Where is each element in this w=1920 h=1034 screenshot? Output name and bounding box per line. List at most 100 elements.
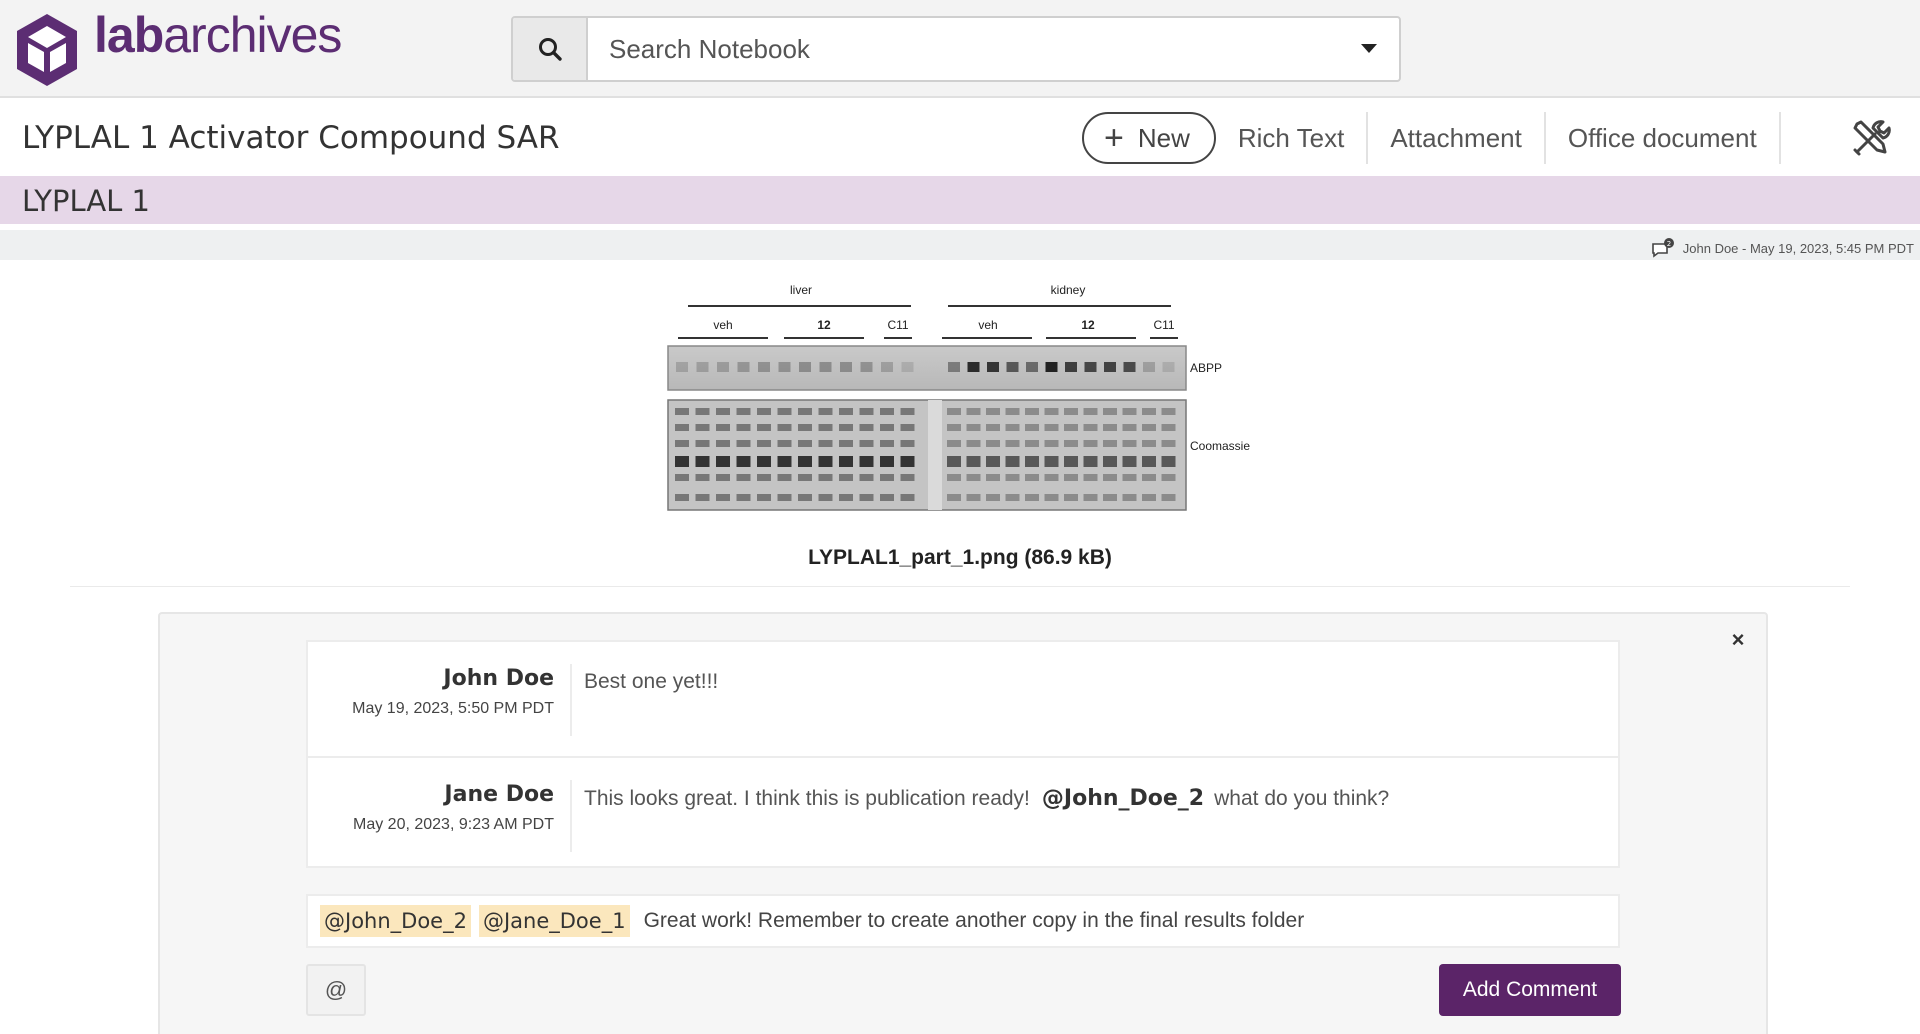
gel-band xyxy=(716,408,730,415)
section-title: LYPLAL 1 xyxy=(22,184,150,218)
mention-tag[interactable]: @Jane_Doe_1 xyxy=(478,905,630,937)
gel-band xyxy=(819,362,832,372)
gel-band xyxy=(880,408,894,415)
gel-band xyxy=(947,408,961,415)
gel-band xyxy=(736,424,751,431)
gel-band xyxy=(1162,362,1175,372)
gel-band xyxy=(675,424,689,431)
gel-band xyxy=(1064,494,1078,501)
new-button-label: New xyxy=(1137,122,1190,153)
chevron-down-icon[interactable] xyxy=(1361,44,1377,53)
brand-name[interactable]: labarchives xyxy=(94,6,342,64)
gel-band xyxy=(1005,440,1020,447)
gel-band xyxy=(1044,474,1059,481)
gel-band xyxy=(695,408,710,415)
gel-band xyxy=(675,474,689,481)
labarchives-logo-icon[interactable] xyxy=(14,12,80,88)
gel-band xyxy=(987,362,999,372)
gel-band xyxy=(1103,474,1117,481)
gel-band xyxy=(675,440,689,447)
gel-band xyxy=(839,456,853,467)
gel-band xyxy=(900,474,915,481)
gel-band xyxy=(736,494,751,501)
gel-band xyxy=(1005,456,1020,467)
entry-meta-bar: 2 John Doe - May 19, 2023, 5:45 PM PDT xyxy=(0,230,1920,260)
comment-author: Jane Doe xyxy=(444,782,554,807)
gel-band xyxy=(966,494,981,501)
close-icon[interactable]: × xyxy=(1726,628,1750,652)
mention-button[interactable]: @ xyxy=(306,964,366,1016)
gel-band xyxy=(1044,456,1059,467)
search-input[interactable] xyxy=(609,18,1309,80)
gel-band xyxy=(1025,440,1039,447)
gel-band xyxy=(859,494,874,501)
gel-band xyxy=(695,494,710,501)
gel-band xyxy=(1122,456,1137,467)
gel-band xyxy=(880,474,894,481)
top-bar: labarchives xyxy=(0,0,1920,98)
attachment-button[interactable]: Attachment xyxy=(1368,112,1546,164)
gel-band xyxy=(839,408,853,415)
gel-band xyxy=(1122,408,1137,415)
gel-band xyxy=(757,494,771,501)
gel-band xyxy=(880,494,894,501)
search-button[interactable] xyxy=(513,18,588,80)
gel-band xyxy=(947,440,961,447)
comment-author: John Doe xyxy=(443,666,554,691)
comment-mention[interactable]: @John_Doe_2 xyxy=(1042,786,1204,811)
comment-draft-text: Great work! Remember to create another c… xyxy=(643,909,1305,932)
gel-band xyxy=(1083,474,1098,481)
gel-band xyxy=(966,424,981,431)
gel-band xyxy=(818,456,833,467)
gel-band xyxy=(736,408,751,415)
gel-band xyxy=(1161,440,1176,447)
gel-band xyxy=(1025,474,1039,481)
gel-band xyxy=(716,474,730,481)
western-blot-image[interactable]: liver kidney veh 12 C11 veh 12 C11 ABPP … xyxy=(666,274,1276,514)
row-label-abpp: ABPP xyxy=(1190,361,1222,375)
gel-band xyxy=(798,494,812,501)
gel-band xyxy=(757,456,771,467)
new-button[interactable]: + New xyxy=(1082,112,1216,164)
gel-band xyxy=(758,362,770,372)
divider xyxy=(70,586,1850,587)
gel-band xyxy=(986,408,1000,415)
gel-band xyxy=(1142,474,1156,481)
comment-text: Best one yet!!! xyxy=(584,670,718,694)
gel-band xyxy=(736,440,751,447)
comment-icon[interactable]: 2 xyxy=(1651,238,1675,258)
gel-band xyxy=(1161,424,1176,431)
gel-band xyxy=(1103,408,1117,415)
brand-prefix: lab xyxy=(94,7,164,63)
gel-band xyxy=(967,362,980,372)
gel-band xyxy=(1083,440,1098,447)
comment-input[interactable]: @John_Doe_2 @Jane_Doe_1 Great work! Reme… xyxy=(306,894,1620,948)
comment-date: May 20, 2023, 9:23 AM PDT xyxy=(353,816,554,833)
gel-band xyxy=(798,456,812,467)
gel-band xyxy=(900,408,915,415)
gel-band xyxy=(1083,408,1098,415)
page-title: LYPLAL 1 Activator Compound SAR xyxy=(22,120,560,156)
gel-band xyxy=(1083,494,1098,501)
gel-band xyxy=(986,474,1000,481)
gel-band xyxy=(1104,362,1116,372)
lane-label: veh xyxy=(978,318,997,332)
gel-band xyxy=(880,424,894,431)
mention-tag[interactable]: @John_Doe_2 xyxy=(320,905,471,937)
search-box[interactable] xyxy=(511,16,1401,82)
rich-text-button[interactable]: Rich Text xyxy=(1215,112,1369,164)
group-label-kidney: kidney xyxy=(1051,283,1086,297)
office-document-button[interactable]: Office document xyxy=(1545,112,1781,164)
gel-band xyxy=(1064,474,1078,481)
gel-band xyxy=(777,474,792,481)
gel-band xyxy=(777,424,792,431)
gel-band xyxy=(777,456,792,467)
add-comment-button[interactable]: Add Comment xyxy=(1439,964,1621,1016)
attachment-filename[interactable]: LYPLAL1_part_1.png (86.9 kB) xyxy=(0,546,1920,570)
gel-band xyxy=(859,424,874,431)
gel-band xyxy=(695,440,710,447)
gel-band xyxy=(900,440,915,447)
tools-icon[interactable] xyxy=(1849,116,1893,160)
gel-band xyxy=(1025,494,1039,501)
gel-band xyxy=(1103,456,1117,467)
